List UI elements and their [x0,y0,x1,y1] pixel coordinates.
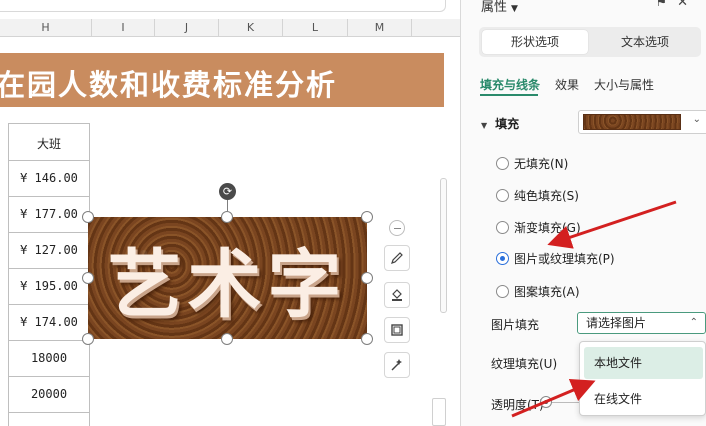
sheet-title: 在园人数和收费标准分析 [0,68,338,102]
picture-source-dropdown: 本地文件 在线文件 [579,341,706,416]
radio-button[interactable] [496,284,509,298]
resize-handle[interactable] [361,333,373,345]
rotation-stem [227,200,228,211]
picture-fill-value: 请选择图片 [586,316,647,330]
tab-shape-options[interactable]: 形状选项 [482,30,588,54]
frame-icon[interactable] [384,317,410,343]
grid-line [8,232,90,233]
radio-button-checked[interactable] [496,251,509,265]
radio-label: 图片或纹理填充(P) [514,251,615,266]
pin-icon[interactable]: ⚑ [655,0,677,10]
picture-fill-label: 图片填充 [491,318,540,332]
subtab-effects[interactable]: 效果 [555,76,579,93]
texture-fill-label: 纹理填充(U) [491,357,558,371]
grid-line [8,268,90,269]
transparency-slider-knob[interactable] [540,396,552,408]
fill-section-header[interactable]: ▼ 填充 [481,115,519,132]
radio-button[interactable] [496,188,509,202]
word-art-text[interactable]: 艺术字 [88,225,367,332]
radio-label: 纯色填充(S) [514,188,579,203]
table-cell[interactable]: ¥ 127.00 [8,243,90,257]
table-cell[interactable]: ¥ 195.00 [8,279,90,293]
radio-label: 渐变填充(G) [514,220,581,235]
minus-icon[interactable] [389,220,405,236]
resize-handle[interactable] [361,272,373,284]
radio-pattern-fill[interactable]: 图案填充(A) [496,282,580,300]
table-cell[interactable]: ¥ 174.00 [8,315,90,329]
column-header-l[interactable]: L [283,19,348,37]
grid-line [8,160,90,161]
panel-header-icons: ⚑✕ [655,0,698,10]
chevron-up-icon: ⌃ [689,317,698,328]
column-header-h[interactable]: H [0,19,92,37]
chevron-down-icon: ⌄ [692,114,701,125]
picture-fill-select[interactable]: 请选择图片 ⌃ [577,312,706,334]
grid-line [8,304,90,305]
menu-item-online-file[interactable]: 在线文件 [584,383,703,415]
property-panel: 属性 ▼ ⚑✕ 形状选项 文本选项 填充与线条 效果 大小与属性 ▼ 填充 ⌄ 无填… [460,0,706,426]
transparency-slider-track[interactable] [551,402,581,403]
subtab-size-properties[interactable]: 大小与属性 [594,76,654,93]
collapse-triangle-icon: ▼ [481,121,488,130]
resize-handle[interactable] [82,333,94,345]
radio-solid-fill[interactable]: 纯色填充(S) [496,186,579,204]
panel-title-label: 属性 [481,0,508,15]
formula-bar[interactable] [0,0,446,12]
grid-line [8,412,90,413]
grid-line [8,123,90,124]
column-header-i[interactable]: I [92,19,155,37]
table-cell[interactable]: ¥ 146.00 [8,171,90,185]
column-header-j[interactable]: J [155,19,219,37]
resize-handle[interactable] [221,211,233,223]
radio-button[interactable] [496,220,509,234]
tab-text-options[interactable]: 文本选项 [592,30,698,54]
pen-icon[interactable] [384,245,410,271]
resize-handle[interactable] [221,333,233,345]
radio-label: 无填充(N) [514,156,569,171]
column-header-m[interactable]: M [348,19,412,37]
subtab-underline [480,94,538,96]
radio-label: 图案填充(A) [514,284,580,299]
fill-color-picker[interactable]: ⌄ [578,110,706,134]
table-cell[interactable]: 20000 [8,387,90,401]
grid-line [8,196,90,197]
resize-handle[interactable] [361,211,373,223]
resize-handle[interactable] [82,272,94,284]
grid-line [8,123,9,426]
scroll-stub[interactable] [432,398,446,426]
table-cell[interactable]: ¥ 177.00 [8,207,90,221]
spreadsheet-area[interactable]: H I J K L M 在园人数和收费标准分析 大班 ¥ 146.00 ¥ 17… [0,0,460,426]
option-segment: 形状选项 文本选项 [479,27,701,57]
grid-line [8,340,90,341]
menu-item-local-file[interactable]: 本地文件 [584,347,703,379]
panel-title[interactable]: 属性 ▼ [481,0,518,15]
word-art-shape[interactable]: 艺术字 [88,217,367,339]
column-header-k[interactable]: K [219,19,283,37]
resize-handle[interactable] [82,211,94,223]
grid-line [8,376,90,377]
radio-button[interactable] [496,156,509,170]
close-icon[interactable]: ✕ [677,0,698,10]
radio-picture-texture-fill[interactable]: 图片或纹理填充(P) [496,249,615,267]
chevron-down-icon: ▼ [511,4,518,14]
subtab-fill-line[interactable]: 填充与线条 [480,76,540,93]
radio-no-fill[interactable]: 无填充(N) [496,154,568,172]
fill-section-label: 填充 [495,117,520,131]
table-header-cell[interactable]: 大班 [8,135,90,152]
fill-bucket-icon[interactable] [384,282,410,308]
transparency-label: 透明度(T) [491,398,544,412]
texture-preview [583,114,681,130]
table-cell[interactable]: 18000 [8,351,90,365]
vertical-scrollbar[interactable] [440,178,447,313]
rotate-handle-icon[interactable]: ⟳ [219,183,236,200]
radio-gradient-fill[interactable]: 渐变填充(G) [496,218,581,236]
magic-icon[interactable] [384,352,410,378]
